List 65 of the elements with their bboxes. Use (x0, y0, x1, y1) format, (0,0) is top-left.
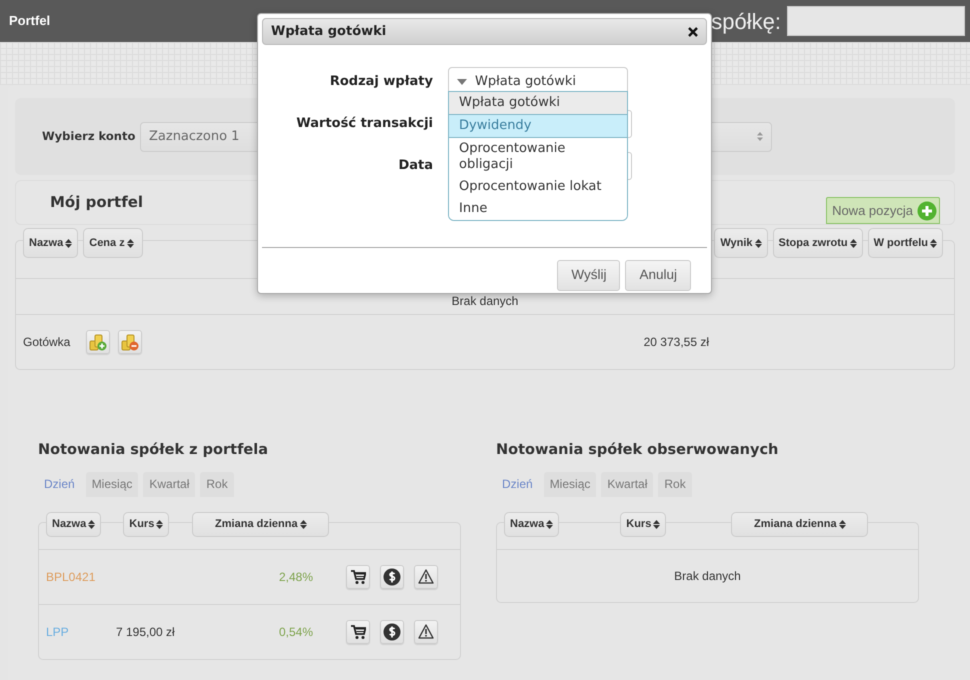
cash-label: Gotówka (23, 334, 70, 351)
sort-header-button[interactable]: Nazwa (504, 512, 560, 537)
sort-icon (930, 238, 937, 248)
coins-minus-icon (121, 333, 140, 351)
sort-header-button[interactable]: Nazwa (46, 512, 102, 537)
sort-icon (126, 238, 134, 248)
change-text: 2,48% (278, 568, 313, 586)
empty-message: Brak danych (674, 568, 741, 585)
buy-button[interactable] (346, 620, 370, 644)
sort-icon (653, 520, 660, 529)
buy-button[interactable] (346, 564, 370, 589)
dollar-icon (383, 622, 401, 641)
sort-header-button[interactable]: Kurs (620, 512, 666, 537)
sort-icon (850, 238, 857, 248)
sort-icon (156, 520, 164, 529)
coins-plus-icon (89, 333, 108, 351)
close-button[interactable] (688, 26, 698, 36)
sort-header-button[interactable]: Cena z (83, 228, 144, 258)
sort-header-button[interactable]: W portfelu (868, 228, 943, 258)
search-field[interactable] (787, 6, 965, 36)
deposit-button[interactable] (86, 330, 110, 354)
plus-icon (917, 200, 937, 220)
sell-button[interactable] (380, 620, 404, 644)
sort-header-button[interactable]: Nazwa (23, 228, 78, 258)
dropdown-option[interactable]: Wpłata gotówki (449, 92, 627, 114)
field-label: Wartość transakcji (295, 115, 433, 134)
empty-message: Brak danych (452, 293, 518, 310)
sort-header-button[interactable]: Stopa zwrotu (772, 228, 863, 258)
account-label: Wybierz konto (42, 128, 136, 145)
warning-icon (418, 624, 434, 640)
alert-button[interactable] (414, 564, 438, 589)
app-title: Portfel (9, 12, 50, 30)
sort-icon (88, 520, 96, 529)
section-title: Mój portfel (50, 192, 144, 214)
add-position-button[interactable]: Nowa pozycja (826, 197, 940, 224)
price-text: 7 195,00 zł (116, 624, 176, 641)
cash-value: 20 373,55 zł (644, 334, 709, 351)
withdraw-button[interactable] (118, 330, 142, 354)
sort-icon (65, 238, 72, 248)
sort-header-button[interactable]: Kurs (123, 512, 170, 537)
warning-icon (418, 569, 434, 584)
change-text: 0,54% (278, 624, 313, 641)
sort-header-button[interactable]: Zmiana dzienna (731, 512, 868, 537)
section-title: Notowania spółek z portfela (38, 441, 269, 460)
close-icon (688, 26, 698, 36)
sort-header-button[interactable]: Zmiana dzienna (192, 512, 330, 537)
alert-button[interactable] (414, 620, 438, 644)
sort-icon (546, 520, 554, 529)
sort-icon (838, 520, 846, 529)
submit-button[interactable]: Wyślij (557, 260, 620, 291)
dropdown-option[interactable]: Dywidendy (449, 114, 627, 138)
field-label: Rodzaj wpłaty (328, 73, 433, 92)
sort-icon (300, 520, 307, 529)
cancel-button[interactable]: Anuluj (625, 260, 691, 291)
search-label: spółkę: (711, 8, 781, 36)
sort-icon (754, 238, 762, 248)
dollar-icon (383, 568, 401, 586)
select-arrows-icon (757, 132, 763, 141)
section-title: Notowania spółek obserwowanych (496, 441, 780, 460)
sort-header-button[interactable]: Wynik (714, 228, 768, 258)
cart-icon (350, 568, 366, 585)
sell-button[interactable] (380, 564, 404, 589)
dialog-title: Wpłata gotówki (271, 22, 386, 41)
cart-icon (350, 624, 366, 640)
field-label: Data (397, 157, 433, 176)
